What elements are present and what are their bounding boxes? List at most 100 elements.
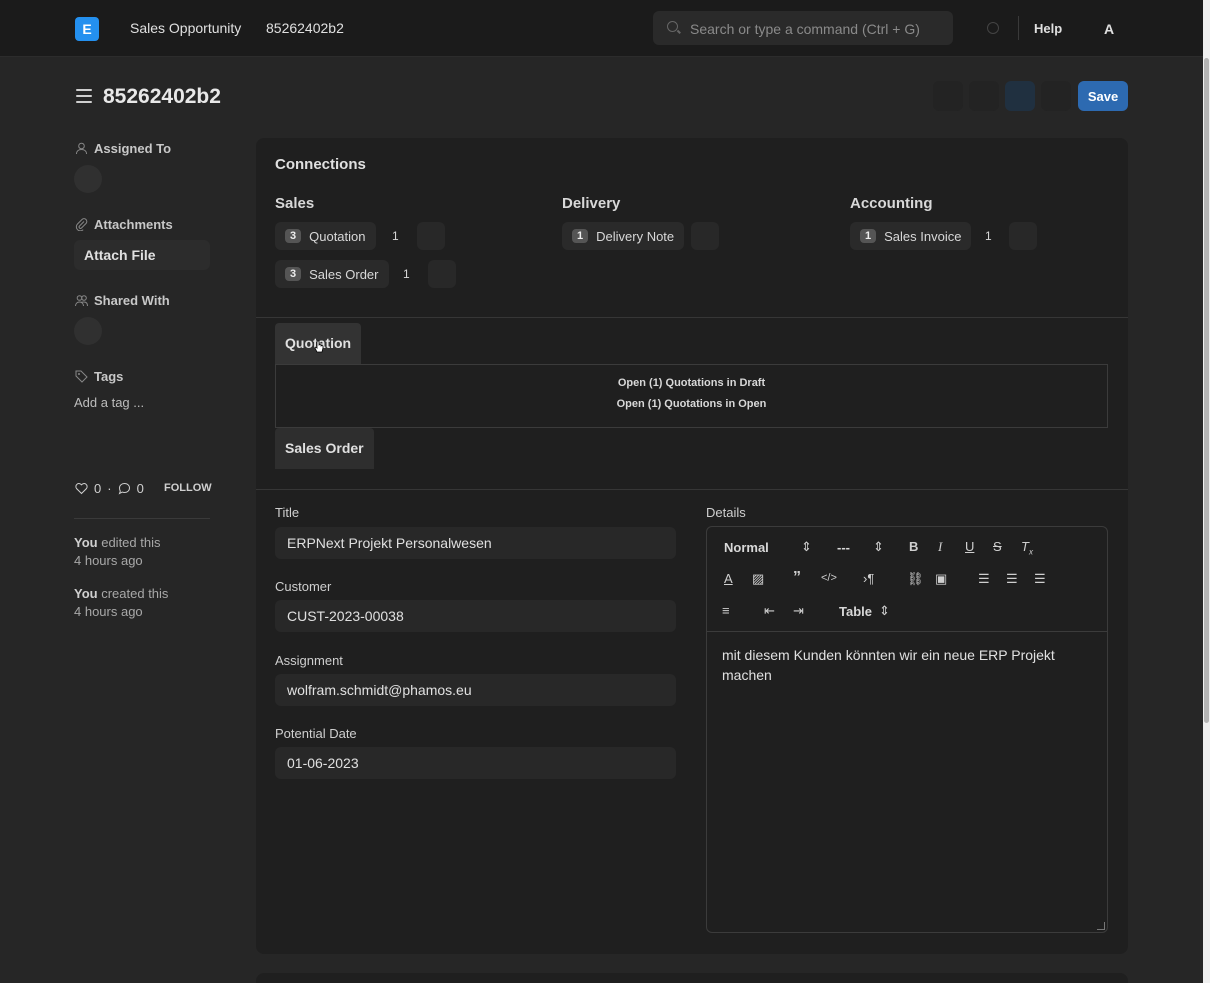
add-tag-link[interactable]: Add a tag ...: [74, 395, 144, 410]
sidebar-divider: [74, 518, 210, 519]
more-actions-button[interactable]: [1041, 81, 1071, 111]
sidebar-toggle-icon[interactable]: [76, 89, 92, 103]
title-field[interactable]: ERPNext Projekt Personalwesen: [275, 527, 676, 559]
connection-label: Delivery Note: [596, 228, 675, 244]
connection-badge: 3: [285, 267, 302, 281]
search-bar[interactable]: Search or type a command (Ctrl + G): [653, 11, 953, 45]
timeline-action: edited this: [101, 535, 161, 550]
attachments-text: Attachments: [94, 217, 173, 232]
format-select[interactable]: Normal: [724, 540, 769, 555]
connection-count: 1: [392, 229, 399, 243]
connection-badge: 1: [860, 229, 877, 243]
paperclip-icon: [75, 218, 88, 231]
app-logo[interactable]: E: [75, 17, 99, 41]
text-direction-icon[interactable]: ›¶: [863, 571, 874, 586]
timeline-actor: You: [74, 586, 98, 601]
potential-date-label: Potential Date: [275, 726, 357, 741]
assignment-field[interactable]: wolfram.schmidt@phamos.eu: [275, 674, 676, 706]
timeline-time: 4 hours ago: [74, 604, 143, 619]
timeline-item: You edited this 4 hours ago: [74, 534, 160, 570]
size-select[interactable]: ---: [837, 540, 850, 555]
potential-date-field[interactable]: 01-06-2023: [275, 747, 676, 779]
add-sales-invoice-button[interactable]: [1009, 222, 1037, 250]
tab-sales-order[interactable]: Sales Order: [275, 428, 374, 469]
bold-icon[interactable]: B: [909, 539, 918, 554]
quotation-draft-link[interactable]: Open (1) Quotations in Draft: [276, 377, 1107, 389]
select-arrows-icon: ⇕: [801, 539, 812, 554]
customer-field[interactable]: CUST-2023-00038: [275, 600, 676, 632]
shared-with-text: Shared With: [94, 293, 170, 308]
quotation-open-link[interactable]: Open (1) Quotations in Open: [276, 398, 1107, 410]
search-input[interactable]: Search or type a command (Ctrl + G): [690, 21, 920, 37]
link-icon[interactable]: ⛓: [907, 571, 924, 587]
prev-record-button[interactable]: [933, 81, 963, 111]
add-delivery-note-button[interactable]: [691, 222, 719, 250]
group-title-sales: Sales: [275, 195, 315, 212]
quotation-panel: Open (1) Quotations in Draft Open (1) Qu…: [275, 364, 1108, 428]
section-divider: [256, 489, 1128, 490]
breadcrumb-sales-opportunity[interactable]: Sales Opportunity: [130, 20, 241, 36]
background-color-icon[interactable]: ▨: [752, 571, 764, 587]
next-section-card: [256, 973, 1128, 983]
resize-handle[interactable]: [1097, 922, 1105, 930]
bullet-list-icon[interactable]: ☰: [1006, 571, 1018, 587]
outdent-icon[interactable]: ⇤: [764, 603, 775, 619]
strikethrough-icon[interactable]: S: [993, 539, 1002, 554]
connection-quotation[interactable]: 3 Quotation: [275, 222, 376, 250]
image-icon[interactable]: ▣: [935, 571, 947, 587]
connection-delivery-note[interactable]: 1 Delivery Note: [562, 222, 685, 250]
navbar-divider: [1018, 16, 1019, 40]
scroll-thumb[interactable]: [1204, 58, 1209, 723]
toolbar-divider: [707, 631, 1107, 632]
next-record-button[interactable]: [969, 81, 999, 111]
shared-with-label: Shared With: [75, 293, 170, 308]
add-sales-order-button[interactable]: [428, 260, 456, 288]
indent-icon[interactable]: ⇥: [793, 603, 804, 619]
text-color-icon[interactable]: A: [724, 571, 733, 586]
select-arrows-icon: ⇕: [873, 539, 884, 554]
add-quotation-button[interactable]: [417, 222, 445, 250]
connection-sales-order[interactable]: 3 Sales Order: [275, 260, 389, 288]
group-title-delivery: Delivery: [562, 195, 621, 212]
underline-icon[interactable]: U: [965, 539, 974, 554]
timeline-action: created this: [101, 586, 169, 601]
section-divider: [256, 317, 1128, 318]
follow-button[interactable]: FOLLOW: [164, 482, 212, 494]
print-button[interactable]: [1005, 81, 1035, 111]
notification-icon[interactable]: [987, 22, 999, 34]
details-editor: Normal ⇕ --- ⇕ B I U S Tx A ▨ ” </> ›¶ ⛓…: [706, 526, 1108, 933]
heart-icon[interactable]: [75, 482, 88, 495]
blockquote-icon[interactable]: ”: [793, 569, 801, 587]
add-assignee-button[interactable]: [74, 165, 102, 193]
assigned-to-text: Assigned To: [94, 141, 172, 156]
clear-format-icon[interactable]: Tx: [1021, 539, 1033, 557]
save-button[interactable]: Save: [1078, 81, 1128, 111]
page-scrollbar[interactable]: [1203, 0, 1210, 983]
connection-sales-invoice[interactable]: 1 Sales Invoice: [850, 222, 972, 250]
share-button[interactable]: [74, 317, 102, 345]
italic-icon[interactable]: I: [938, 539, 942, 555]
breadcrumb-document[interactable]: 85262402b2: [266, 20, 344, 36]
page-title: 85262402b2: [103, 85, 221, 108]
code-block-icon[interactable]: </>: [821, 572, 837, 584]
user-avatar[interactable]: A: [1096, 16, 1122, 42]
tag-icon: [75, 370, 88, 383]
comment-icon[interactable]: [118, 482, 131, 495]
likes-count: 0: [94, 481, 102, 496]
editor-content[interactable]: mit diesem Kunden könnten wir ein neue E…: [722, 645, 1082, 685]
attachments-label: Attachments: [75, 217, 173, 232]
attach-file-button[interactable]: Attach File: [74, 240, 210, 270]
connection-label: Quotation: [309, 228, 366, 244]
help-menu[interactable]: Help: [1034, 21, 1062, 36]
connection-label: Sales Order: [309, 266, 379, 282]
align-icon[interactable]: ≡: [722, 603, 730, 618]
user-icon: [76, 142, 87, 155]
ordered-list-icon[interactable]: ☰: [978, 571, 990, 587]
checklist-icon[interactable]: ☰: [1034, 571, 1046, 587]
likes-comments: 0 · 0: [75, 481, 144, 496]
comments-count: 0: [136, 481, 144, 496]
tags-label: Tags: [75, 369, 123, 384]
connection-badge: 1: [572, 229, 589, 243]
table-select[interactable]: Table: [839, 604, 872, 619]
title-label: Title: [275, 505, 300, 520]
